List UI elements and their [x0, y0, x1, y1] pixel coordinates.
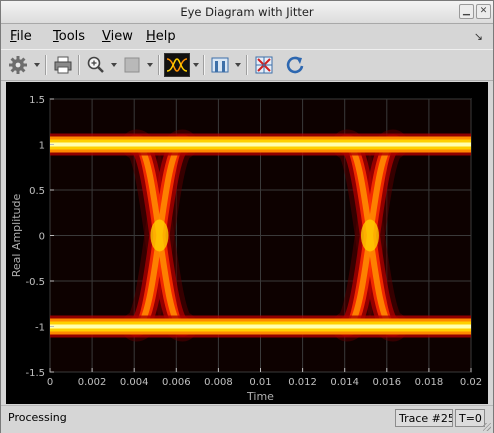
window-title: Eye Diagram with Jitter [180, 5, 314, 19]
dock-arrow-icon[interactable]: ↘ [474, 30, 483, 43]
y-tick-label: 0 [39, 232, 45, 243]
trace-counter: Trace #25( [395, 409, 453, 427]
refresh-icon[interactable] [284, 54, 306, 76]
x-tick-label: 0.004 [120, 377, 149, 388]
y-tick-label: -1.5 [25, 368, 45, 379]
toolbar-separator [45, 55, 47, 75]
signal-dropdown-icon[interactable] [235, 63, 241, 67]
title-bar: Eye Diagram with Jitter ▁ ✕ [1, 1, 493, 24]
menu-help[interactable]: Help [146, 29, 176, 44]
toolbar-separator [158, 55, 160, 75]
eye-diagram-plot: 0 0.002 0.004 0.006 0.008 0.01 0.012 0.014 0.016… [10, 95, 482, 403]
x-tick-label: 0.014 [330, 377, 359, 388]
y-tick-label: -1 [35, 323, 45, 334]
y-tick-label: 1.5 [29, 95, 45, 106]
menu-file[interactable]: File [10, 29, 32, 44]
gear-icon[interactable] [7, 54, 29, 76]
status-bar: Processing Trace #25( T=0 [1, 405, 493, 433]
stop-icon[interactable] [253, 54, 275, 76]
x-tick-label: 0.006 [162, 377, 191, 388]
pan-icon[interactable] [121, 54, 143, 76]
y-tick-label: -0.5 [25, 277, 45, 288]
toolbar [1, 49, 493, 81]
toolbar-separator [246, 55, 248, 75]
sim-time: T=0 [455, 409, 485, 427]
y-axis-label: Real Amplitude [10, 193, 23, 277]
display-dropdown-icon[interactable] [193, 63, 199, 67]
eye-level-band [50, 142, 471, 147]
menu-bar: File Tools View Help ↘ [1, 24, 493, 48]
toolbar-separator [78, 55, 80, 75]
menu-view[interactable]: View [102, 29, 133, 44]
eye-crossing [360, 219, 379, 252]
x-tick-label: 0.012 [288, 377, 317, 388]
close-icon[interactable]: ✕ [476, 4, 491, 19]
x-tick-label: 0.002 [78, 377, 107, 388]
zoom-icon[interactable] [85, 54, 107, 76]
x-tick-label: 0.01 [249, 377, 271, 388]
menu-tools[interactable]: Tools [53, 29, 85, 44]
x-tick-label: 0.016 [372, 377, 401, 388]
y-tick-label: 1 [39, 141, 45, 152]
x-tick-label: 0.02 [460, 377, 482, 388]
x-tick-label: 0.018 [415, 377, 444, 388]
status-text: Processing [8, 411, 67, 424]
eye-level-band [50, 324, 471, 329]
scope-figure: 0 0.002 0.004 0.006 0.008 0.01 0.012 0.014 0.016… [6, 82, 488, 404]
gear-dropdown-icon[interactable] [34, 63, 40, 67]
eye-display-icon[interactable] [164, 53, 190, 77]
eye-crossing [150, 219, 169, 252]
x-tick-label: 0.008 [204, 377, 233, 388]
x-axis-label: Time [246, 390, 274, 403]
print-icon[interactable] [52, 54, 74, 76]
zoom-dropdown-icon[interactable] [111, 63, 117, 67]
scope-window: Eye Diagram with Jitter ▁ ✕ File Tools V… [0, 0, 494, 433]
toolbar-separator [203, 55, 205, 75]
minimize-icon[interactable]: ▁ [459, 4, 474, 19]
resize-grip-icon[interactable] [483, 423, 491, 431]
pan-dropdown-icon[interactable] [147, 63, 153, 67]
x-tick-label: 0 [47, 377, 53, 388]
y-tick-label: 0.5 [29, 186, 45, 197]
signal-icon[interactable] [209, 54, 231, 76]
